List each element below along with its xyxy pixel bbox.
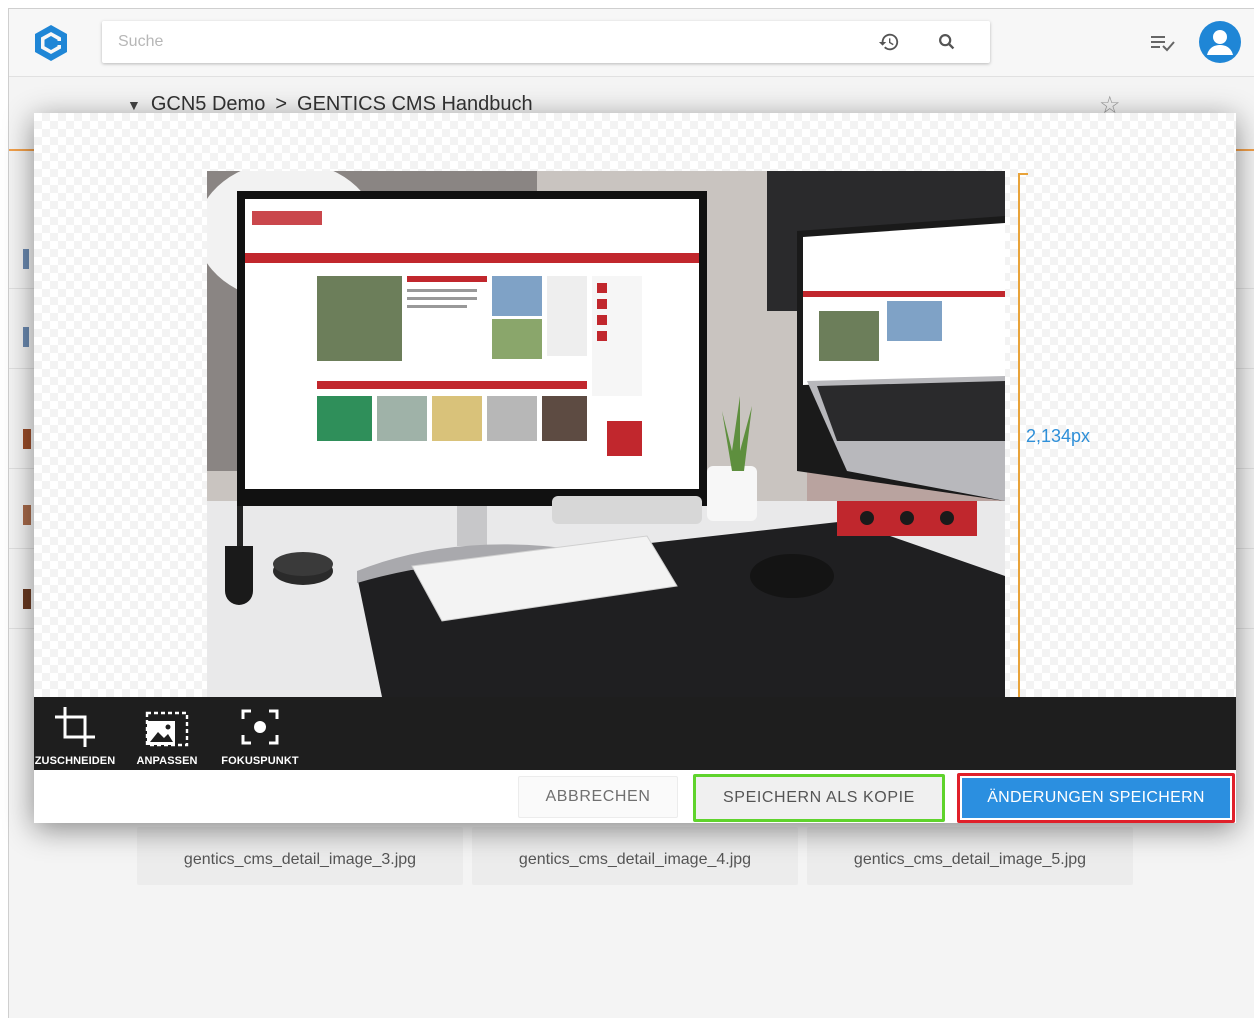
resize-tool-label: ANPASSEN (136, 755, 198, 767)
file-card[interactable]: gentics_cms_detail_image_5.jpg (807, 827, 1133, 885)
save-changes-label: ÄNDERUNGEN SPEICHERN (962, 778, 1230, 818)
file-name: gentics_cms_detail_image_5.jpg (853, 851, 1087, 868)
dialog-actions: ABBRECHEN SPEICHERN ALS KOPIE ÄNDERUNGEN… (34, 770, 1236, 823)
image-canvas: 2,134px (34, 113, 1236, 697)
cancel-button[interactable]: ABBRECHEN (518, 776, 678, 818)
focal-point-icon (241, 709, 279, 745)
edited-image[interactable] (207, 171, 1005, 697)
file-card[interactable]: gentics_cms_detail_image_4.jpg (472, 827, 798, 885)
folder-expand-icon[interactable]: ▼ (127, 97, 141, 113)
task-list-icon[interactable] (1149, 31, 1177, 55)
history-icon[interactable] (878, 31, 900, 53)
resize-tool-button[interactable]: ANPASSEN (132, 697, 202, 770)
save-as-copy-button[interactable]: SPEICHERN ALS KOPIE (693, 774, 945, 822)
focal-point-tool-button[interactable]: FOKUSPUNKT (220, 697, 300, 770)
user-avatar-icon[interactable] (1199, 21, 1241, 63)
image-editor-dialog: 2,134px ZUSCHNEIDEN ANPASSEN FOKUSPUNKT … (34, 113, 1236, 823)
file-name: gentics_cms_detail_image_4.jpg (518, 851, 752, 868)
crop-tool-label: ZUSCHNEIDEN (34, 755, 116, 767)
height-dimension-label: 2,134px (1026, 426, 1091, 446)
crop-icon (55, 707, 95, 747)
editor-toolbar: ZUSCHNEIDEN ANPASSEN FOKUSPUNKT (34, 697, 1236, 770)
save-changes-button[interactable]: ÄNDERUNGEN SPEICHERN (957, 773, 1235, 823)
gcms-logo-icon[interactable] (31, 23, 71, 63)
search-placeholder: Suche (118, 33, 164, 50)
focal-point-tool-label: FOKUSPUNKT (221, 755, 299, 767)
search-bar[interactable]: Suche (102, 21, 990, 63)
top-bar: Suche (9, 9, 1254, 77)
file-name: gentics_cms_detail_image_3.jpg (183, 851, 417, 868)
crop-tool-button[interactable]: ZUSCHNEIDEN (34, 697, 116, 770)
resize-icon (145, 711, 189, 747)
search-icon[interactable] (936, 31, 958, 53)
file-card[interactable]: gentics_cms_detail_image_3.jpg (137, 827, 463, 885)
